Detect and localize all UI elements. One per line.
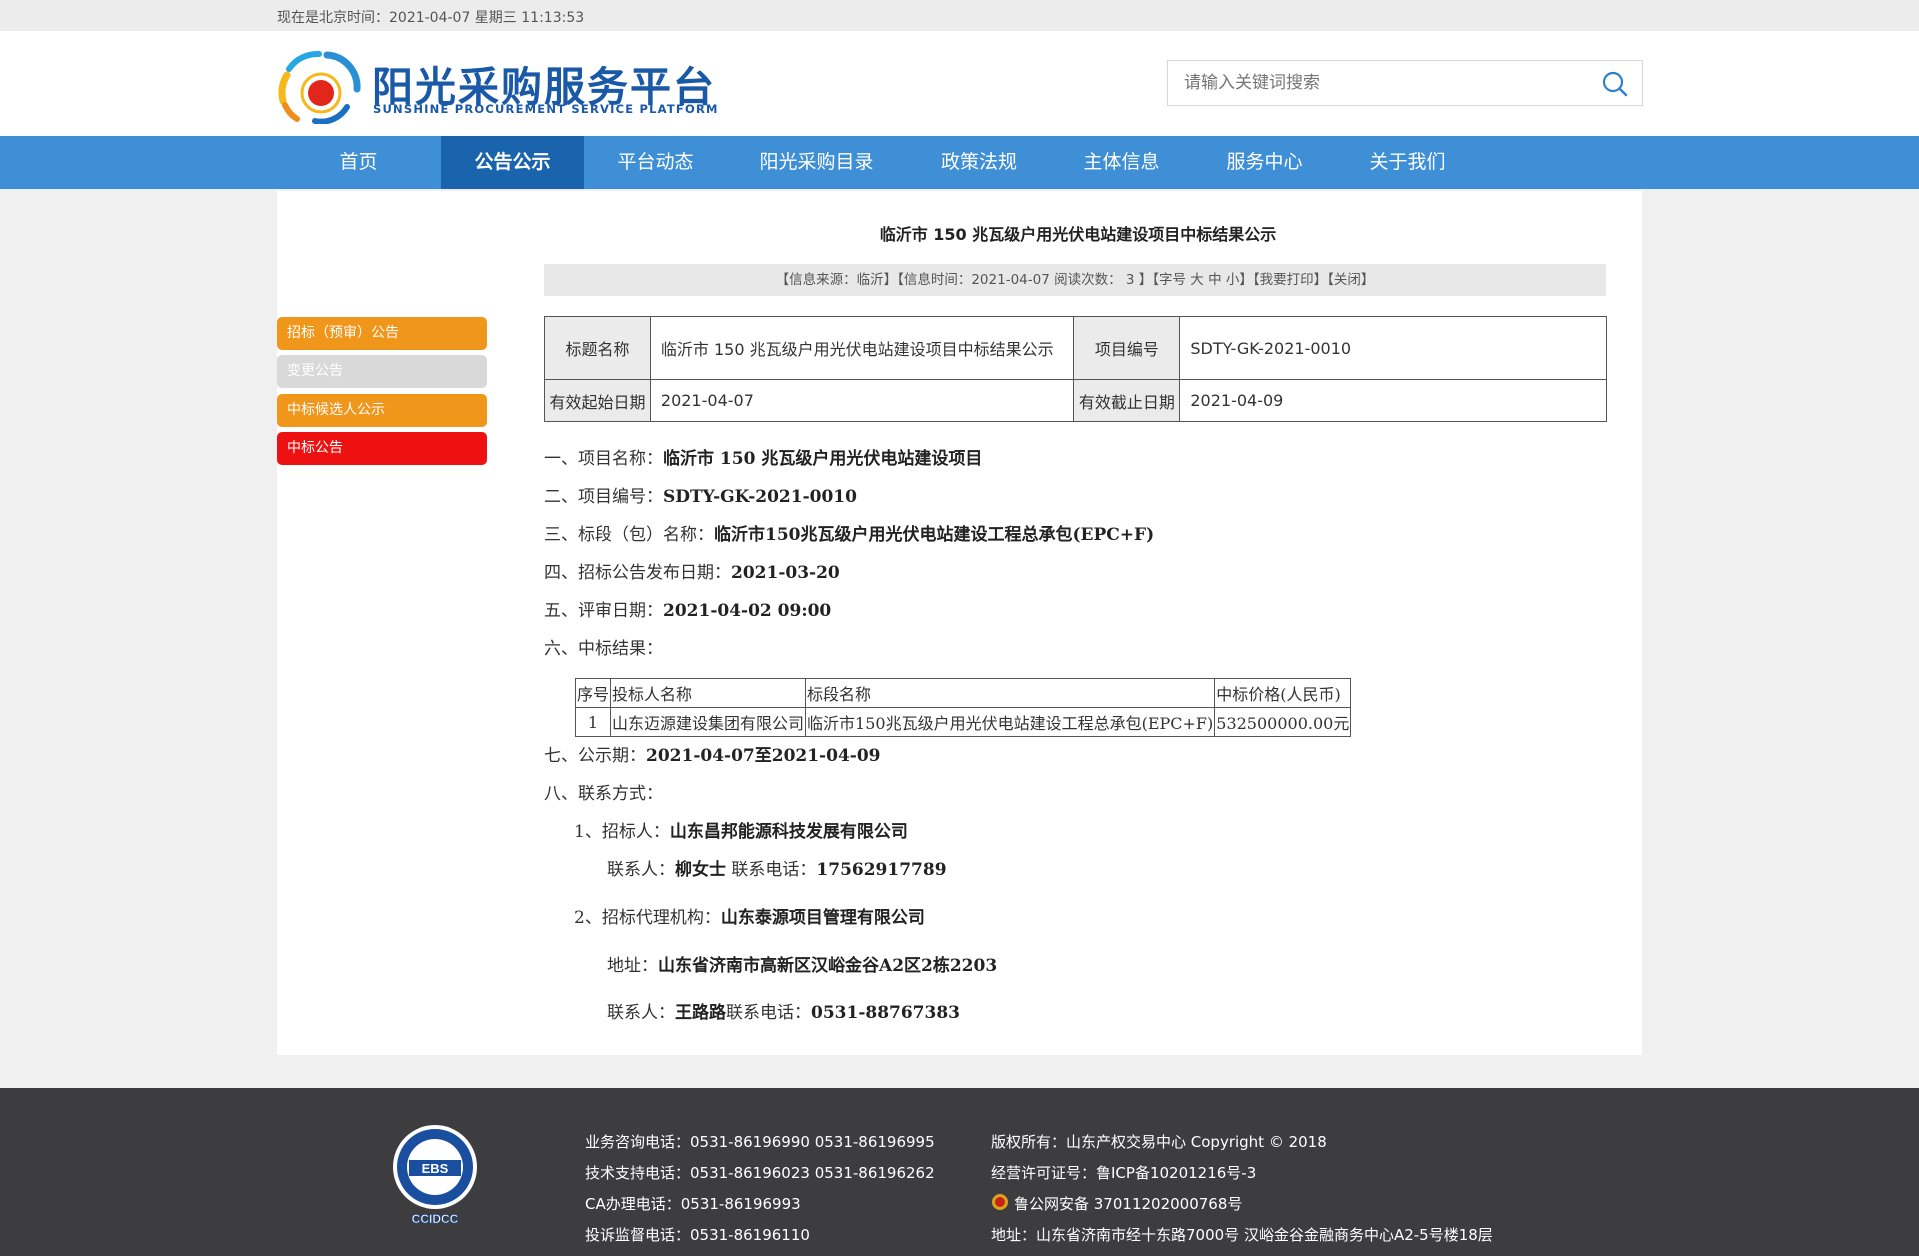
print-link[interactable]: 【我要打印】 — [1253, 272, 1327, 288]
item-lot-name: 三、标段（包）名称：临沂市150兆瓦级户用光伏电站建设工程总承包(EPC+F) — [544, 525, 1155, 545]
content-area: 招标（预审）公告 变更公告 中标候选人公示 中标公告 临沂市 150 兆瓦级户用… — [277, 191, 1642, 1055]
nav-catalog[interactable]: 阳光采购目录 — [745, 136, 888, 189]
ebs-badge-icon[interactable]: EBS CCIDCC — [390, 1122, 480, 1226]
main-nav: 首页 公告公示 平台动态 阳光采购目录 政策法规 主体信息 服务中心 关于我们 — [0, 136, 1919, 189]
footer-ca-phone: CA办理电话：0531-86196993 — [585, 1195, 801, 1213]
footer-icp-link[interactable]: 经营许可证号：鲁ICP备10201216号-3 — [991, 1162, 1256, 1183]
contact-agency: 2、招标代理机构：山东泰源项目管理有限公司 — [574, 908, 925, 928]
col-header-lot: 标段名称 — [805, 678, 1216, 708]
meta-code-label: 项目编号 — [1073, 316, 1181, 380]
item-contact-heading: 八、联系方式： — [544, 784, 663, 804]
info-source: 【信息来源：临沂】 — [775, 272, 898, 288]
search-input[interactable] — [1168, 61, 1588, 105]
col-header-price: 中标价格(人民币) — [1214, 678, 1352, 708]
meta-title-label: 标题名称 — [544, 316, 651, 380]
nav-policies[interactable]: 政策法规 — [923, 136, 1035, 189]
meta-title-value: 临沂市 150 兆瓦级户用光伏电站建设项目中标结果公示 — [649, 316, 1075, 380]
item-result-heading: 六、中标结果： — [544, 639, 663, 659]
footer-address: 地址：山东省济南市经十东路7000号 汉峪金谷金融商务中心A2-5号楼18层 — [991, 1226, 1493, 1244]
info-bar: 【信息来源：临沂】【信息时间：2021-04-07 阅读次数： 3 】【字号 大… — [544, 264, 1606, 296]
col-header-bidder: 投标人名称 — [610, 678, 807, 708]
logo-subtitle: SUNSHINE PROCUREMENT SERVICE PLATFORM — [373, 102, 719, 116]
item-publish-date: 四、招标公告发布日期：2021-03-20 — [544, 563, 840, 583]
table-header-row: 序号 投标人名称 标段名称 中标价格(人民币) — [574, 678, 1352, 708]
info-time: 【信息时间：2021-04-07 阅读次数： 3 】 — [897, 272, 1153, 288]
col-header-no: 序号 — [574, 678, 612, 708]
item-review-date: 五、评审日期：2021-04-02 09:00 — [544, 601, 832, 621]
sidebar-item-change-notice[interactable]: 变更公告 — [277, 355, 487, 388]
footer: EBS CCIDCC 业务咨询电话：0531-86196990 0531-861… — [0, 1088, 1919, 1256]
meta-code-value: SDTY-GK-2021-0010 — [1179, 316, 1607, 380]
footer-tech-phone: 技术支持电话：0531-86196023 0531-86196262 — [585, 1164, 935, 1182]
meta-table: 标题名称 临沂市 150 兆瓦级户用光伏电站建设项目中标结果公示 项目编号 SD… — [544, 316, 1607, 422]
current-time: 现在是北京时间：2021-04-07 星期三 11:13:53 — [277, 10, 585, 26]
item-project-name: 一、项目名称：临沂市 150 兆瓦级户用光伏电站建设项目 — [544, 449, 983, 469]
nav-service-center[interactable]: 服务中心 — [1208, 136, 1321, 189]
top-bar: 现在是北京时间：2021-04-07 星期三 11:13:53 — [0, 0, 1919, 31]
contact-agency-person: 联系人：王路路联系电话：0531-88767383 — [607, 1003, 960, 1023]
police-badge-icon — [992, 1194, 1008, 1210]
contact-agency-address: 地址：山东省济南市高新区汉峪金谷A2区2栋2203 — [607, 956, 998, 976]
table-row: 1 山东迈源建设集团有限公司 临沂市150兆瓦级户用光伏电站建设工程总承包(EP… — [574, 707, 1352, 737]
site-logo[interactable]: 阳光采购服务平台 SUNSHINE PROCUREMENT SERVICE PL… — [277, 49, 717, 124]
badge-top-text: EBS — [422, 1161, 449, 1176]
meta-end-value: 2021-04-09 — [1179, 379, 1607, 422]
meta-start-label: 有效起始日期 — [544, 379, 651, 422]
item-publicity-period: 七、公示期：2021-04-07至2021-04-09 — [544, 746, 881, 766]
meta-end-label: 有效截止日期 — [1073, 379, 1181, 422]
footer-police-record[interactable]: 鲁公网安备 37011202000768号 — [1014, 1193, 1242, 1214]
nav-entity-info[interactable]: 主体信息 — [1066, 136, 1177, 189]
nav-home[interactable]: 首页 — [306, 136, 411, 189]
search-icon[interactable] — [1602, 71, 1628, 97]
cell-bidder: 山东迈源建设集团有限公司 — [610, 707, 807, 737]
sidebar-item-award-notice[interactable]: 中标公告 — [277, 432, 487, 465]
cell-no: 1 — [574, 707, 612, 737]
nav-about-us[interactable]: 关于我们 — [1351, 136, 1464, 189]
contact-tenderer-person: 联系人：柳女士 联系电话：17562917789 — [607, 860, 947, 880]
badge-bottom-text: CCIDCC — [412, 1212, 459, 1226]
sun-logo-icon — [278, 50, 361, 124]
sidebar-item-tender-notice[interactable]: 招标（预审）公告 — [277, 317, 487, 350]
cell-lot: 临沂市150兆瓦级户用光伏电站建设工程总承包(EPC+F) — [805, 707, 1216, 737]
sidebar-item-candidate-notice[interactable]: 中标候选人公示 — [277, 394, 487, 427]
nav-platform-news[interactable]: 平台动态 — [600, 136, 711, 189]
cell-price: 532500000.00元 — [1214, 707, 1352, 737]
header: 阳光采购服务平台 SUNSHINE PROCUREMENT SERVICE PL… — [0, 31, 1919, 136]
search-box — [1167, 60, 1643, 106]
footer-complaint-phone: 投诉监督电话：0531-86196110 — [585, 1226, 810, 1244]
page-title: 临沂市 150 兆瓦级户用光伏电站建设项目中标结果公示 — [879, 225, 1277, 244]
result-table: 序号 投标人名称 标段名称 中标价格(人民币) 1 山东迈源建设集团有限公司 临… — [574, 678, 1352, 737]
font-size-control[interactable]: 【字号 大 中 小】 — [1152, 272, 1253, 288]
item-project-code: 二、项目编号：SDTY-GK-2021-0010 — [544, 487, 857, 507]
footer-business-phone: 业务咨询电话：0531-86196990 0531-86196995 — [585, 1133, 935, 1151]
footer-copyright: 版权所有：山东产权交易中心 Copyright © 2018 — [991, 1133, 1327, 1151]
contact-tenderer: 1、招标人：山东昌邦能源科技发展有限公司 — [574, 822, 908, 842]
close-link[interactable]: 【关闭】 — [1327, 272, 1374, 288]
nav-announcements[interactable]: 公告公示 — [441, 136, 584, 189]
meta-start-value: 2021-04-07 — [649, 379, 1075, 422]
